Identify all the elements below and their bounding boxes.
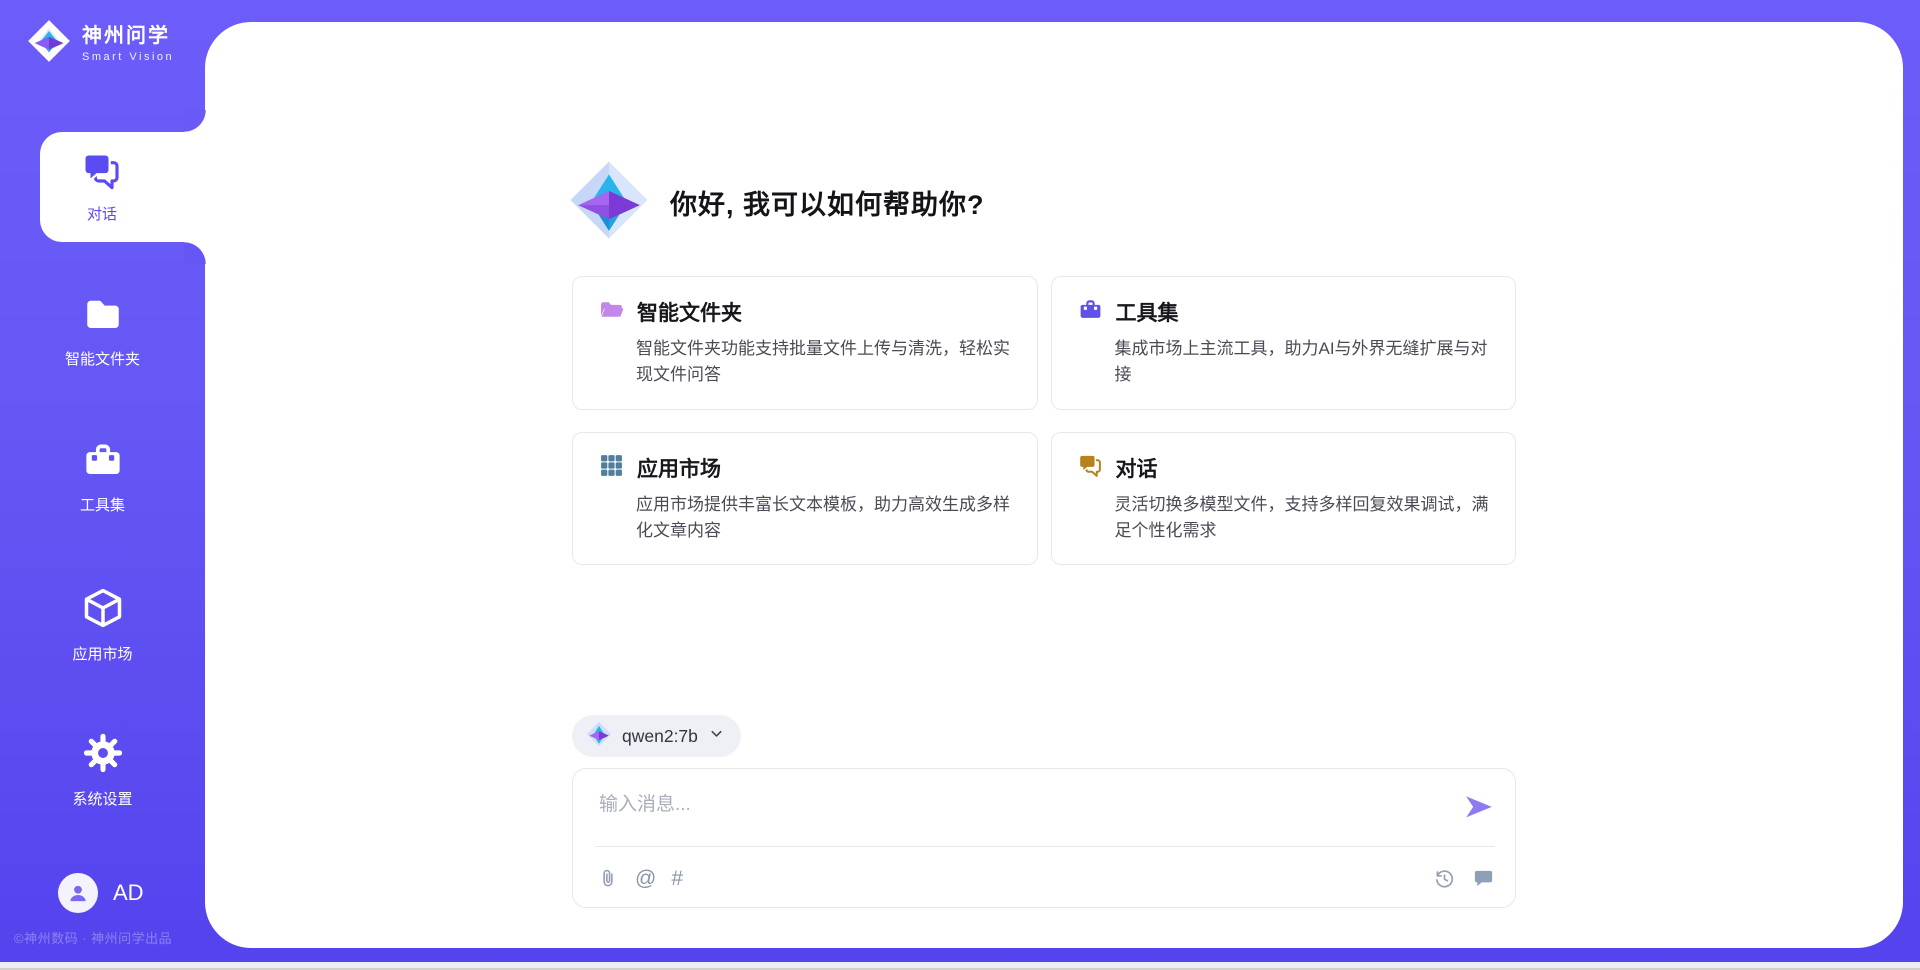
- card-smart-folder[interactable]: 智能文件夹 智能文件夹功能支持批量文件上传与清洗，轻松实现文件问答: [572, 276, 1038, 410]
- brand-diamond-icon: [26, 18, 72, 69]
- brand-logo: 神州问学 Smart Vision: [26, 18, 174, 69]
- card-chat[interactable]: 对话 灵活切换多模型文件，支持多样回复效果调试，满足个性化需求: [1051, 432, 1517, 566]
- message-input[interactable]: [597, 787, 1431, 843]
- card-toolbox[interactable]: 工具集 集成市场上主流工具，助力AI与外界无缝扩展与对接: [1051, 276, 1517, 410]
- composer-toolbar: @ #: [597, 859, 1495, 897]
- brand-name: 神州问学: [82, 25, 174, 48]
- history-icon[interactable]: [1433, 867, 1456, 890]
- sidebar-item-label: 智能文件夹: [65, 348, 140, 369]
- card-desc: 智能文件夹功能支持批量文件上传与清洗，轻松实现文件问答: [636, 336, 1011, 389]
- chevron-down-icon: [708, 725, 725, 747]
- card-title: 工具集: [1116, 297, 1179, 327]
- sidebar-item-label: 工具集: [80, 494, 125, 515]
- sidebar-item-settings[interactable]: 系统设置: [0, 731, 205, 809]
- chat-bubble-icon[interactable]: [1472, 867, 1495, 890]
- composer-divider: [595, 846, 1495, 847]
- grid-icon: [599, 453, 624, 483]
- brand-subtitle: Smart Vision: [82, 51, 174, 63]
- folder-icon: [82, 293, 124, 340]
- message-composer: @ #: [572, 768, 1516, 908]
- user-account[interactable]: AD: [58, 873, 144, 913]
- card-desc: 集成市场上主流工具，助力AI与外界无缝扩展与对接: [1115, 336, 1490, 389]
- copyright-footer: ©神州数码 · 神州问学出品: [14, 928, 204, 947]
- hash-icon[interactable]: #: [671, 868, 683, 889]
- window-bottom-edge: [0, 962, 1920, 970]
- greeting-title: 你好, 我可以如何帮助你?: [670, 183, 985, 222]
- model-selector[interactable]: qwen2:7b: [572, 715, 741, 757]
- send-icon[interactable]: [1465, 794, 1493, 822]
- chat-icon: [1078, 453, 1103, 483]
- at-icon[interactable]: @: [635, 868, 656, 889]
- card-desc: 灵活切换多模型文件，支持多样回复效果调试，满足个性化需求: [1115, 492, 1490, 545]
- folder-open-icon: [599, 297, 624, 327]
- sidebar-item-label: 应用市场: [72, 643, 132, 664]
- greeting-diamond-icon: [568, 159, 650, 246]
- sidebar-item-label: 系统设置: [72, 788, 132, 809]
- avatar: [58, 873, 98, 913]
- model-name: qwen2:7b: [622, 726, 698, 747]
- shortcut-cards: 智能文件夹 智能文件夹功能支持批量文件上传与清洗，轻松实现文件问答 工具集: [572, 276, 1516, 565]
- toolbox-icon: [82, 439, 124, 486]
- cube-icon: [81, 586, 125, 635]
- card-app-market[interactable]: 应用市场 应用市场提供丰富长文本模板，助力高效生成多样化文章内容: [572, 432, 1038, 566]
- card-title: 对话: [1116, 453, 1158, 483]
- app-window: 对话 神州问学 Smart Vision: [0, 0, 1920, 970]
- gear-icon: [81, 731, 125, 780]
- toolbox-icon: [1078, 297, 1103, 327]
- card-title: 智能文件夹: [637, 297, 742, 327]
- paperclip-icon[interactable]: [597, 867, 620, 890]
- sidebar-item-app-market[interactable]: 应用市场: [0, 586, 205, 664]
- card-desc: 应用市场提供丰富长文本模板，助力高效生成多样化文章内容: [636, 492, 1011, 545]
- card-title: 应用市场: [637, 453, 721, 483]
- greeting: 你好, 我可以如何帮助你?: [568, 158, 985, 246]
- sidebar: 神州问学 Smart Vision 智能文件夹 工具集: [0, 0, 205, 962]
- sidebar-item-smart-folder[interactable]: 智能文件夹: [0, 293, 205, 369]
- user-name: AD: [113, 880, 144, 906]
- sidebar-item-toolbox[interactable]: 工具集: [0, 439, 205, 515]
- model-diamond-icon: [586, 721, 612, 752]
